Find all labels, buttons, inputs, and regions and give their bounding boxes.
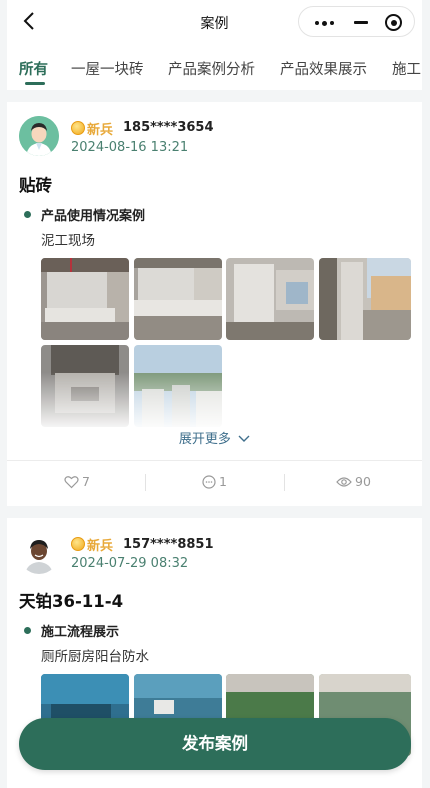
category-dot [24, 211, 31, 218]
post-date: 2024-08-16 13:21 [71, 140, 189, 155]
mini-program-capsule [298, 6, 415, 37]
card-divider [7, 460, 422, 461]
case-photo[interactable] [226, 258, 314, 340]
view-count: 90 [355, 474, 371, 489]
chevron-down-icon [238, 435, 250, 442]
minimize-icon[interactable] [354, 21, 368, 24]
post-title: 贴砖 [19, 176, 52, 195]
stat-divider [284, 474, 285, 491]
username: 185****3654 [123, 120, 214, 135]
app-frame: 案例 所有 一屋一块砖 产品案例分析 产品效果展示 施工 新兵 185****3… [7, 0, 422, 788]
tab-product-effect-display[interactable]: 产品效果展示 [280, 58, 367, 79]
comment-count: 1 [219, 474, 227, 489]
comment-icon [202, 474, 216, 489]
heart-icon [64, 475, 79, 488]
expand-more-label: 展开更多 [178, 432, 231, 447]
tab-product-case-analysis[interactable]: 产品案例分析 [168, 58, 255, 79]
post-subtitle: 厕所厨房阳台防水 [41, 649, 149, 665]
like-count: 7 [82, 474, 90, 489]
case-photo[interactable] [41, 258, 129, 340]
more-icon[interactable] [315, 20, 334, 26]
case-photo[interactable] [319, 258, 411, 340]
case-photo[interactable] [134, 258, 222, 340]
user-rank: 新兵 [87, 123, 114, 138]
publish-case-button[interactable]: 发布案例 [19, 718, 411, 770]
like-button[interactable]: 7 [64, 474, 90, 489]
user-rank: 新兵 [87, 539, 114, 554]
rank-badge-icon [71, 537, 85, 551]
post-title: 天铂36-11-4 [19, 592, 124, 611]
username: 157****8851 [123, 537, 214, 552]
post-date: 2024-07-29 08:32 [71, 556, 189, 571]
category-dot [24, 627, 31, 634]
user-avatar-icon [19, 116, 59, 156]
comment-button[interactable]: 1 [202, 474, 227, 489]
close-target-icon[interactable] [385, 14, 402, 31]
tab-all[interactable]: 所有 [19, 58, 48, 79]
post-category: 产品使用情况案例 [41, 209, 146, 224]
post-category: 施工流程展示 [41, 625, 120, 640]
image-fade-overlay [7, 372, 422, 432]
post-subtitle: 泥工现场 [41, 233, 95, 249]
top-bar: 案例 [7, 0, 422, 44]
avatar[interactable] [19, 116, 59, 156]
view-count-stat: 90 [336, 474, 371, 489]
tab-construction[interactable]: 施工 [392, 58, 421, 79]
tab-active-indicator [25, 82, 45, 85]
case-card[interactable]: 新兵 185****3654 2024-08-16 13:21 贴砖 产品使用情… [7, 102, 422, 506]
eye-icon [336, 476, 352, 487]
category-tabs: 所有 一屋一块砖 产品案例分析 产品效果展示 施工 [7, 44, 422, 90]
stat-divider [145, 474, 146, 491]
avatar[interactable] [19, 534, 59, 574]
expand-more-button[interactable]: 展开更多 [7, 428, 422, 447]
user-avatar-icon [19, 534, 59, 574]
rank-badge-icon [71, 121, 85, 135]
tab-one-house-one-brick[interactable]: 一屋一块砖 [71, 58, 144, 79]
